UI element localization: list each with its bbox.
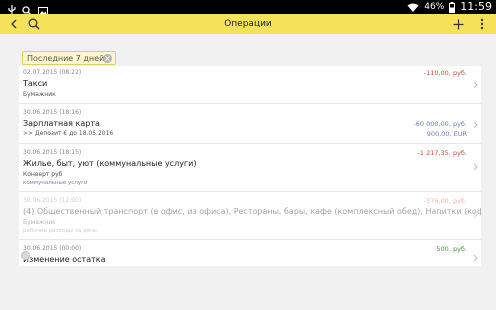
operation-amount-currency: 900,00, EUR (426, 130, 467, 138)
operation-account: Бумажник (23, 91, 56, 98)
chevron-right-icon (472, 120, 478, 130)
period-filter-chip[interactable]: Последние 7 дней (22, 51, 116, 65)
chevron-right-icon (472, 162, 478, 172)
operation-account: >> Депозит € до 18.05.2016 (23, 130, 114, 137)
operation-date: 02.07.2015 (08:22) (23, 69, 82, 76)
operation-row[interactable]: 30.06.2015 (18:15) Жилье, быт, уют (комм… (19, 144, 481, 192)
operation-row[interactable]: 02.07.2015 (08:22) Такси Бумажник -110,0… (19, 66, 481, 104)
operation-comment: рабочие расходы за день (23, 228, 98, 234)
chevron-right-icon (472, 210, 478, 220)
operation-title: Такси (23, 79, 48, 88)
operation-amount: -110,00, руб. (423, 69, 467, 77)
toolbar: Операции (0, 14, 496, 34)
operation-title: Зарплатная карта (23, 119, 100, 128)
operation-account: Бумажник (23, 219, 56, 226)
status-bar: 46% 11:59 (0, 0, 496, 16)
operation-title: (4) Общественный транспорт (в офис, из о… (23, 207, 481, 216)
operation-amount: 500, руб. (436, 245, 467, 253)
operation-title: Изменение остатка (23, 255, 106, 264)
operation-row-content: 30.06.2015 (12:00) (4) Общественный тран… (19, 192, 481, 240)
operation-date: 30.06.2015 (00:00) (23, 245, 82, 252)
filter-label: Последние 7 дней (27, 53, 105, 63)
scroll-indicator[interactable] (21, 251, 30, 260)
operation-date: 30.06.2015 (12:00) (23, 197, 82, 204)
operation-row[interactable]: 30.06.2015 (18:16) Зарплатная карта >> Д… (19, 104, 481, 144)
clock: 11:59 (460, 0, 492, 13)
operation-amount: -1 217,35, руб. (417, 149, 467, 157)
add-icon[interactable] (450, 16, 466, 32)
operation-date: 30.06.2015 (18:15) (23, 149, 82, 156)
operation-comment: коммунальные услуги (23, 180, 88, 186)
more-icon[interactable] (474, 16, 490, 32)
operation-amount: -376,00, руб. (423, 197, 467, 205)
page-title: Операции (224, 19, 272, 29)
operation-date: 30.06.2015 (18:16) (23, 109, 82, 116)
clear-filter-icon[interactable] (103, 54, 112, 63)
operation-row[interactable]: 30.06.2015 (12:00) (4) Общественный тран… (19, 192, 481, 240)
battery-percent: 46% (424, 2, 445, 12)
operation-title: Жилье, быт, уют (коммунальные услуги) (23, 159, 197, 168)
operation-amount: -60 000,00, руб. (413, 120, 467, 128)
operation-account: Конверт руб (23, 171, 63, 178)
chevron-right-icon (472, 80, 478, 90)
operation-row[interactable]: 30.06.2015 (00:00) Изменение остатка 500… (19, 240, 481, 266)
chevron-right-icon (472, 253, 478, 263)
operations-list: 02.07.2015 (08:22) Такси Бумажник -110,0… (19, 66, 481, 266)
